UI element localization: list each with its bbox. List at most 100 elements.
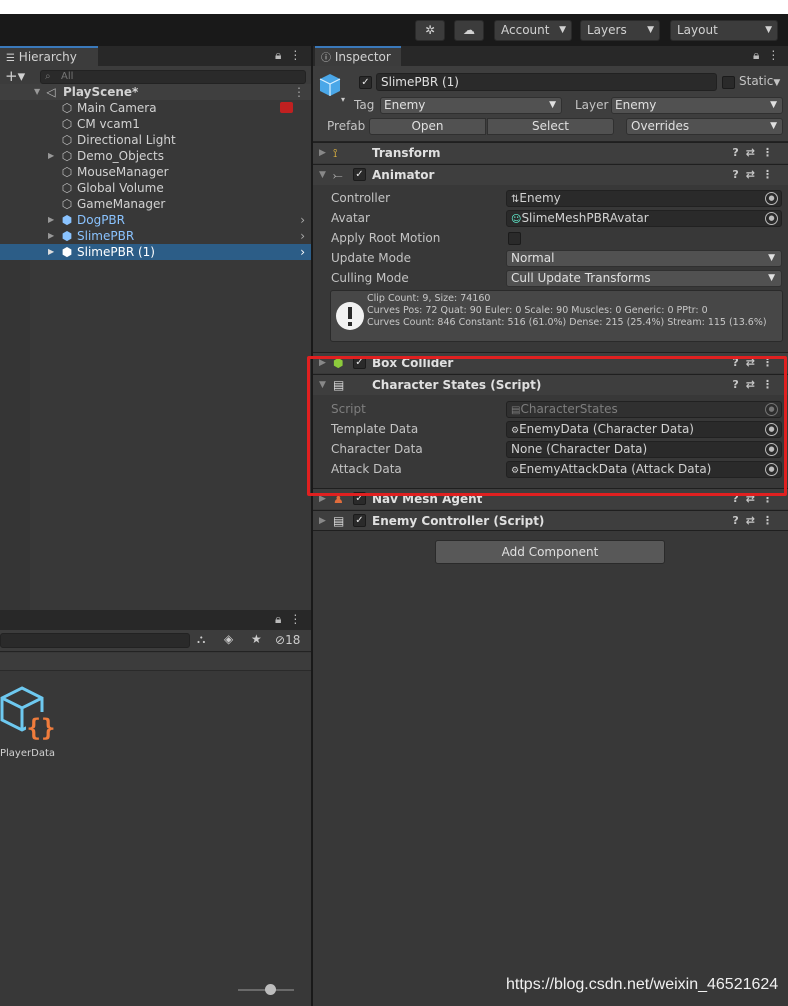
list-item[interactable]: ⬡ Main Camera [0, 100, 311, 116]
preset-icon[interactable]: ⇄ [746, 146, 762, 159]
filter-type-icon[interactable]: ⛬ [197, 632, 205, 647]
preset-icon[interactable]: ⇄ [746, 168, 762, 181]
gameobject-icon: ⬡ [61, 149, 73, 163]
collab-button[interactable]: ✲ [415, 20, 445, 41]
gameobject-icon: ⬡ [61, 181, 73, 195]
culling-mode-dropdown[interactable]: Cull Update Transforms ▼ [506, 270, 782, 287]
more-icon[interactable]: ⋮ [762, 146, 780, 159]
account-dropdown[interactable]: Account ▼ [494, 20, 572, 41]
svg-text:{}: {} [27, 714, 56, 742]
search-placeholder: All [61, 71, 74, 82]
more-icon[interactable]: ⋮ [293, 84, 305, 100]
list-item[interactable]: ⬡ CM vcam1 [0, 116, 311, 132]
overrides-dropdown[interactable]: Overrides ▼ [626, 118, 783, 135]
update-mode-dropdown[interactable]: Normal ▼ [506, 250, 782, 267]
more-icon[interactable]: ⋮ [762, 168, 780, 181]
help-icon[interactable]: ? [732, 168, 745, 181]
chevron-right-icon[interactable]: › [300, 244, 305, 260]
layer-value: Enemy [615, 98, 657, 112]
avatar-row: Avatar ☺SlimeMeshPBRAvatar ● [313, 208, 788, 228]
chevron-right-icon[interactable]: › [300, 212, 305, 228]
list-item[interactable]: ⬡ Global Volume [0, 180, 311, 196]
hidden-packages-button[interactable]: ⊘18 [275, 633, 300, 647]
expand-arrow-icon[interactable]: ▼ [34, 84, 40, 100]
more-icon[interactable]: ⋮ [289, 48, 309, 62]
static-checkbox[interactable] [722, 76, 735, 89]
list-item[interactable]: ▶ ⬢ SlimePBR › [0, 228, 311, 244]
cloud-button[interactable]: ☁ [454, 20, 484, 41]
more-icon[interactable]: ⋮ [289, 612, 309, 626]
component-enabled-checkbox[interactable]: ✓ [353, 514, 366, 527]
add-component-button[interactable]: Add Component [435, 540, 665, 564]
object-name-field[interactable]: SlimePBR (1) [376, 73, 717, 91]
add-icon[interactable]: +▾ [5, 67, 25, 85]
list-item[interactable]: ▶ ⬡ Demo_Objects [0, 148, 311, 164]
layers-dropdown[interactable]: Layers ▼ [580, 20, 660, 41]
lock-icon[interactable]: 🔒︎ [275, 612, 289, 626]
layer-dropdown[interactable]: Enemy ▼ [611, 97, 783, 114]
field-label: Culling Mode [331, 271, 409, 285]
scene-row[interactable]: ▼ ◁ PlayScene* ⋮ [0, 84, 311, 100]
expand-arrow-icon[interactable]: ▶ [48, 212, 54, 228]
controller-field[interactable]: ⇅Enemy ● [506, 190, 782, 207]
sun-icon: ✲ [424, 23, 436, 37]
avatar-field[interactable]: ☺SlimeMeshPBRAvatar ● [506, 210, 782, 227]
hierarchy-tab-tools: 🔒︎⋮ [275, 48, 309, 63]
layer-label: Layer [575, 98, 609, 112]
prefab-select-button[interactable]: Select [487, 118, 614, 135]
chevron-right-icon[interactable]: › [300, 228, 305, 244]
layers-label: Layers [587, 23, 627, 37]
expand-arrow-icon[interactable]: ▶ [319, 143, 326, 163]
project-breadcrumb [0, 653, 311, 671]
label-tag-icon[interactable]: ◈ [224, 632, 233, 646]
help-icon[interactable]: ? [732, 514, 745, 527]
expand-arrow-icon[interactable]: ▶ [48, 244, 54, 260]
list-item[interactable]: ▶ ⬢ DogPBR › [0, 212, 311, 228]
preset-icon[interactable]: ⇄ [746, 514, 762, 527]
list-item[interactable]: ⬡ GameManager [0, 196, 311, 212]
prefab-open-button[interactable]: Open [369, 118, 486, 135]
expand-arrow-icon[interactable]: ▼ [319, 165, 326, 185]
tab-hierarchy[interactable]: ☰ Hierarchy [0, 46, 98, 66]
tag-dropdown[interactable]: Enemy ▼ [380, 97, 562, 114]
hierarchy-search-input[interactable]: ⌕ All [40, 70, 306, 84]
apply-root-checkbox[interactable] [508, 232, 521, 245]
gameobject-icon: ⬡ [61, 197, 73, 211]
item-label: SlimePBR (1) [77, 245, 155, 259]
controller-row: Controller ⇅Enemy ● [313, 188, 788, 208]
object-picker-icon[interactable]: ● [765, 192, 778, 205]
error-icon [280, 102, 293, 113]
component-header-icons: ?⇄⋮ [732, 511, 780, 531]
more-icon[interactable]: ⋮ [762, 514, 780, 527]
zoom-slider-handle[interactable] [265, 984, 276, 995]
transform-header[interactable]: ▶ ⟟ Transform ?⇄⋮ [313, 142, 788, 163]
lock-icon[interactable]: 🔒︎ [753, 48, 767, 62]
component-enabled-checkbox[interactable]: ✓ [353, 168, 366, 181]
list-item[interactable]: ⬡ Directional Light [0, 132, 311, 148]
expand-arrow-icon[interactable]: ▶ [319, 511, 326, 531]
expand-arrow-icon[interactable]: ▶ [48, 228, 54, 244]
lock-icon[interactable]: 🔒︎ [275, 48, 289, 62]
project-search-input[interactable] [0, 633, 190, 648]
star-icon[interactable]: ★ [251, 632, 262, 646]
list-item-selected[interactable]: ▶ ⬢ SlimePBR (1) › [0, 244, 311, 260]
caret-down-icon: ▼ [559, 25, 566, 35]
object-picker-icon[interactable]: ● [765, 212, 778, 225]
enemy-controller-header[interactable]: ▶ ▤ ✓ Enemy Controller (Script) ?⇄⋮ [313, 510, 788, 531]
more-icon[interactable]: ⋮ [767, 48, 787, 62]
layout-dropdown[interactable]: Layout ▼ [670, 20, 778, 41]
animator-header[interactable]: ▼ ⤚ ✓ Animator ?⇄⋮ [313, 164, 788, 185]
active-checkbox[interactable]: ✓ [359, 76, 372, 89]
expand-arrow-icon[interactable]: ▶ [48, 148, 54, 164]
top-strip [0, 0, 788, 14]
hidden-count: 18 [285, 633, 301, 647]
transform-icon: ⟟ [333, 146, 338, 160]
asset-tile[interactable]: {} PlayerData [0, 684, 60, 759]
help-icon[interactable]: ? [732, 146, 745, 159]
project-panel: 🔒︎⋮ ⛬ ◈ ★ ⊘18 {} PlayerData [0, 610, 311, 1006]
list-item[interactable]: ⬡ MouseManager [0, 164, 311, 180]
caret-down-icon: ▼ [765, 25, 772, 35]
tab-inspector[interactable]: ⓘ Inspector [315, 46, 401, 66]
gameobject-icon: ⬡ [61, 117, 73, 131]
static-dropdown[interactable]: Static▼ [739, 74, 780, 88]
